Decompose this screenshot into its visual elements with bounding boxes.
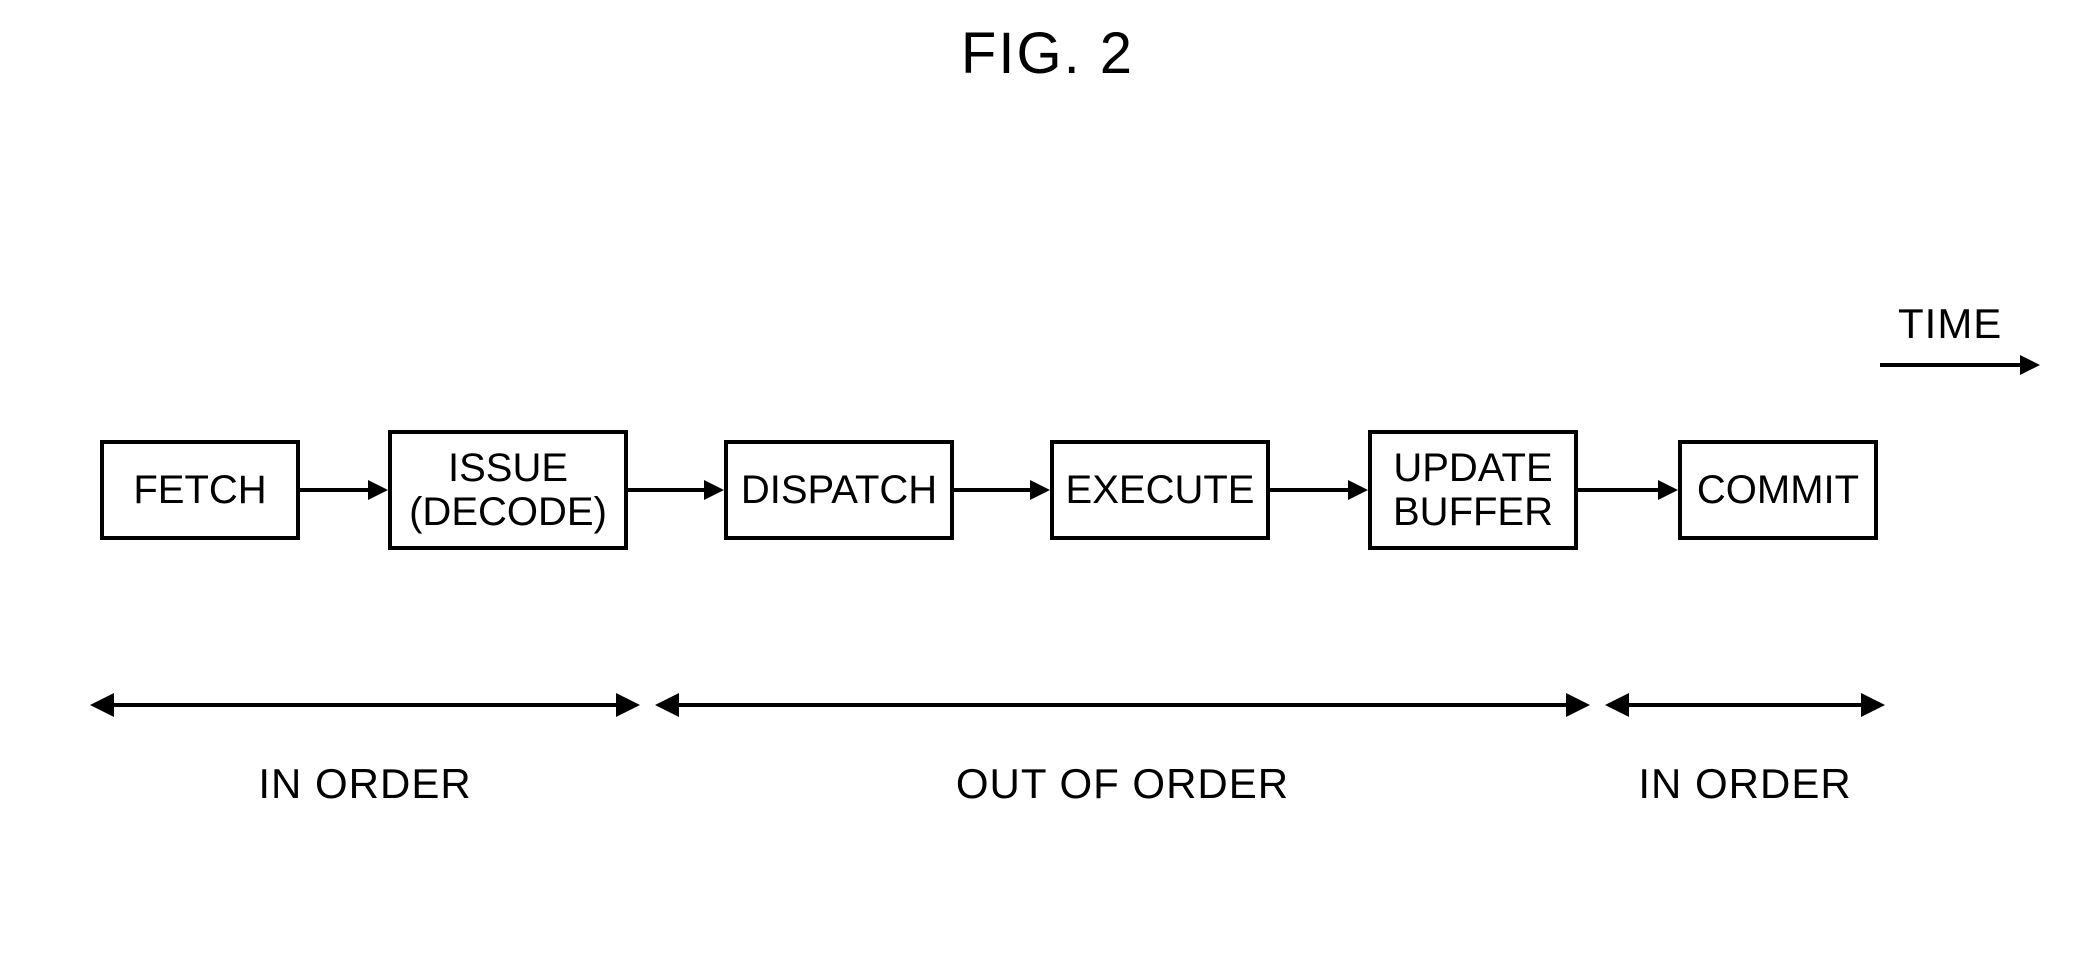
stage-update-line1: UPDATE (1393, 446, 1552, 490)
stage-issue: ISSUE (DECODE) (388, 430, 628, 550)
diagram-canvas: FIG. 2 TIME FETCH ISSUE (DECODE) DISPATC… (0, 0, 2095, 968)
stage-commit-label: COMMIT (1697, 468, 1859, 512)
time-arrow-icon (1880, 350, 2040, 380)
range-arrow-in-order-left-icon (90, 685, 640, 725)
stage-fetch-label: FETCH (133, 468, 266, 512)
stage-update-line2: BUFFER (1393, 490, 1553, 534)
range-arrow-in-order-right-icon (1605, 685, 1885, 725)
range-arrow-out-of-order-icon (655, 685, 1590, 725)
stage-commit: COMMIT (1678, 440, 1878, 540)
arrow-execute-to-update-icon (1270, 475, 1368, 505)
stage-dispatch-label: DISPATCH (741, 468, 937, 512)
stage-issue-label: ISSUE (DECODE) (409, 446, 607, 534)
stage-fetch: FETCH (100, 440, 300, 540)
stage-update-buffer-label: UPDATE BUFFER (1393, 446, 1553, 534)
time-label: TIME (1898, 300, 2002, 348)
stage-issue-line2: (DECODE) (409, 490, 607, 534)
stage-execute-label: EXECUTE (1066, 468, 1255, 512)
stage-execute: EXECUTE (1050, 440, 1270, 540)
stage-dispatch: DISPATCH (724, 440, 954, 540)
range-label-in-order-left: IN ORDER (90, 760, 640, 808)
arrow-issue-to-dispatch-icon (628, 475, 724, 505)
range-label-out-of-order: OUT OF ORDER (655, 760, 1590, 808)
arrow-dispatch-to-execute-icon (954, 475, 1050, 505)
stage-issue-line1: ISSUE (448, 446, 568, 490)
arrow-fetch-to-issue-icon (300, 475, 388, 505)
range-label-in-order-right: IN ORDER (1605, 760, 1885, 808)
arrow-update-to-commit-icon (1578, 475, 1678, 505)
stage-update-buffer: UPDATE BUFFER (1368, 430, 1578, 550)
figure-title: FIG. 2 (0, 20, 2095, 87)
